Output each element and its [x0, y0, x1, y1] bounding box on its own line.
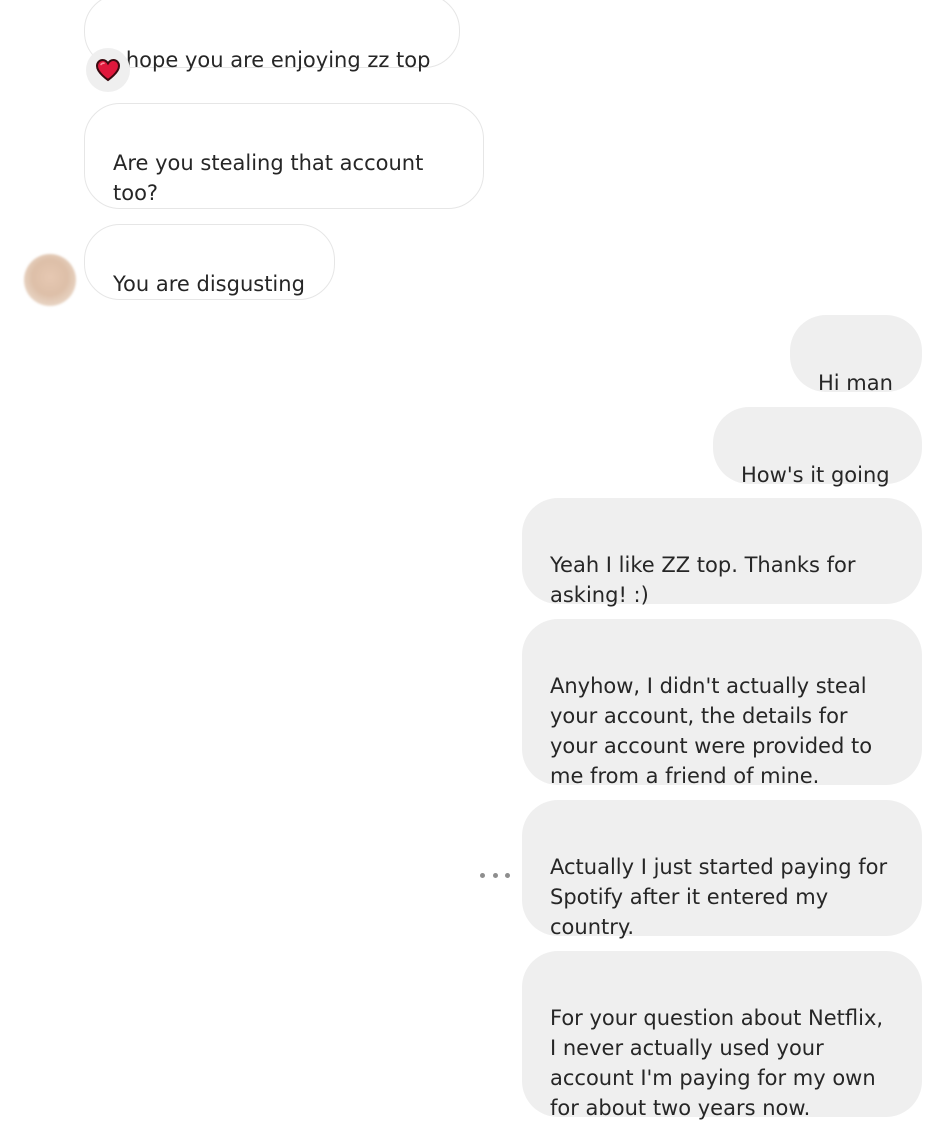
- avatar[interactable]: [24, 254, 76, 306]
- more-dot: [480, 872, 485, 878]
- outgoing-message-bubble[interactable]: Hi man: [790, 315, 922, 395]
- reaction-badge[interactable]: [86, 48, 130, 92]
- more-dot: [505, 872, 510, 878]
- message-text: Yeah I like ZZ top. Thanks for asking! :…: [550, 553, 856, 607]
- incoming-message-bubble[interactable]: You are disgusting: [84, 224, 335, 300]
- more-dot: [492, 872, 498, 878]
- message-text: Hi man: [818, 371, 893, 395]
- message-text: How's it going: [741, 463, 890, 487]
- message-text: You are disgusting: [113, 272, 305, 296]
- message-text: Anyhow, I didn't actually steal your acc…: [550, 674, 873, 788]
- message-text: I hope you are enjoying zz top: [113, 48, 431, 72]
- more-options-button[interactable]: [480, 864, 510, 886]
- incoming-message-bubble[interactable]: Are you stealing that account too?: [84, 103, 484, 209]
- outgoing-message-bubble[interactable]: Anyhow, I didn't actually steal your acc…: [522, 619, 922, 788]
- incoming-message-bubble[interactable]: I hope you are enjoying zz top: [84, 0, 460, 72]
- outgoing-message-bubble[interactable]: For your question about Netflix, I never…: [522, 951, 922, 1120]
- message-text: Are you stealing that account too?: [113, 151, 424, 205]
- outgoing-message-bubble[interactable]: Actually I just started paying for Spoti…: [522, 800, 922, 939]
- message-text: Actually I just started paying for Spoti…: [550, 855, 888, 939]
- heart-icon: [95, 58, 121, 82]
- message-text: For your question about Netflix, I never…: [550, 1006, 884, 1120]
- outgoing-message-bubble[interactable]: How's it going: [713, 407, 922, 487]
- outgoing-message-bubble[interactable]: Yeah I like ZZ top. Thanks for asking! :…: [522, 498, 922, 607]
